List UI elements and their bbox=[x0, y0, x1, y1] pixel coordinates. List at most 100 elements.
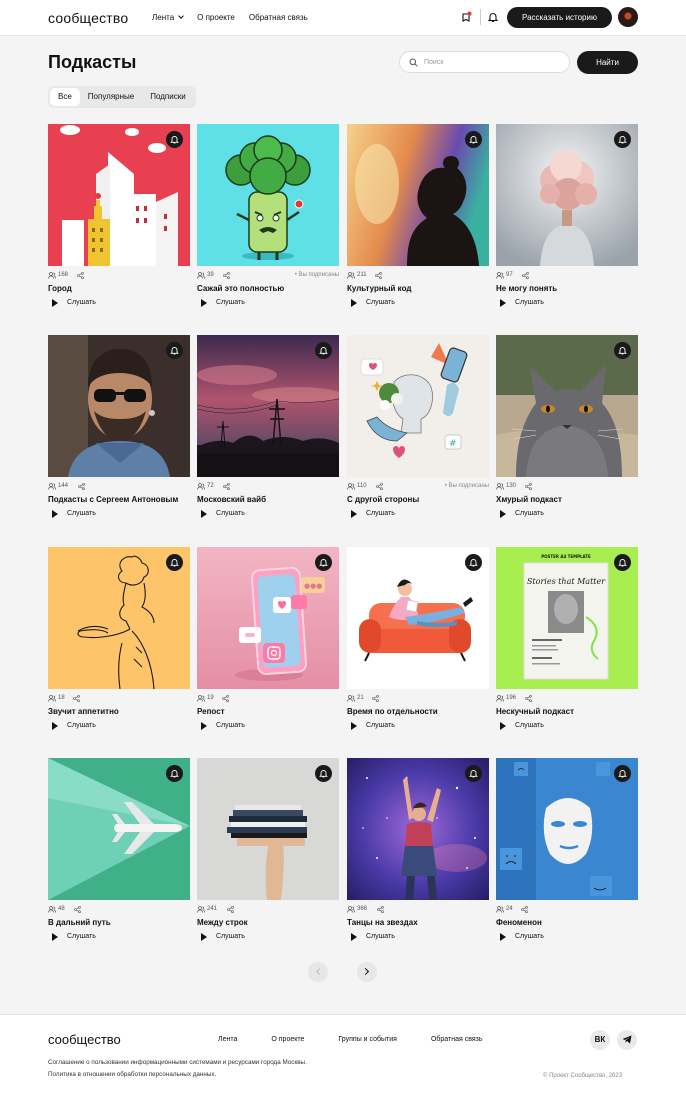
play-icon[interactable] bbox=[201, 933, 207, 941]
tab-subscriptions[interactable]: Подписки bbox=[142, 88, 193, 106]
podcast-title[interactable]: Московский вайб bbox=[197, 495, 266, 504]
share-icon[interactable] bbox=[73, 695, 80, 702]
subscribe-bell-button[interactable] bbox=[166, 765, 183, 782]
podcast-cover[interactable]: ●●● bbox=[197, 547, 339, 689]
play-icon[interactable] bbox=[351, 510, 357, 518]
podcast-card[interactable]: ●●● 19 Репост Слушать bbox=[197, 547, 339, 737]
listen-button[interactable]: Слушать bbox=[67, 510, 96, 517]
next-page-button[interactable] bbox=[357, 962, 377, 982]
subscribe-bell-button[interactable] bbox=[166, 342, 183, 359]
podcast-cover[interactable] bbox=[48, 124, 190, 266]
podcast-cover[interactable] bbox=[48, 547, 190, 689]
vk-icon[interactable]: ВК bbox=[590, 1030, 610, 1050]
footer-logo[interactable]: сообщество bbox=[48, 1032, 121, 1047]
listen-button[interactable]: Слушать bbox=[366, 510, 395, 517]
bell-icon[interactable] bbox=[487, 11, 499, 23]
podcast-cover[interactable] bbox=[347, 758, 489, 900]
subscribe-bell-button[interactable] bbox=[614, 554, 631, 571]
nav-about[interactable]: О проекте bbox=[197, 13, 235, 22]
podcast-title[interactable]: В дальний путь bbox=[48, 918, 111, 927]
listen-button[interactable]: Слушать bbox=[67, 299, 96, 306]
search-box[interactable] bbox=[399, 51, 570, 73]
podcast-card[interactable]: 144 Подкасты с Сергеем Антоновым Слушать bbox=[48, 335, 190, 525]
tab-all[interactable]: Все bbox=[50, 88, 80, 106]
podcast-cover[interactable]: # bbox=[347, 335, 489, 477]
share-icon[interactable] bbox=[222, 695, 229, 702]
podcast-card[interactable]: POSTER A4 TEMPLATE Stories that Matter 1… bbox=[496, 547, 638, 737]
subscribe-bell-button[interactable] bbox=[614, 131, 631, 148]
listen-button[interactable]: Слушать bbox=[515, 933, 544, 940]
listen-button[interactable]: Слушать bbox=[515, 722, 544, 729]
footer-link-feed[interactable]: Лента bbox=[218, 1036, 237, 1043]
podcast-card[interactable]: 21 Время по отдельности Слушать bbox=[347, 547, 489, 737]
play-icon[interactable] bbox=[351, 722, 357, 730]
subscribe-bell-button[interactable] bbox=[614, 342, 631, 359]
podcast-title[interactable]: Хмурый подкаст bbox=[496, 495, 562, 504]
podcast-cover[interactable] bbox=[48, 758, 190, 900]
podcast-title[interactable]: Нескучный подкаст bbox=[496, 707, 574, 716]
listen-button[interactable]: Слушать bbox=[216, 299, 245, 306]
listen-button[interactable]: Слушать bbox=[515, 299, 544, 306]
share-icon[interactable] bbox=[372, 695, 379, 702]
listen-button[interactable]: Слушать bbox=[216, 933, 245, 940]
subscribe-bell-button[interactable] bbox=[614, 765, 631, 782]
listen-button[interactable]: Слушать bbox=[216, 722, 245, 729]
listen-button[interactable]: Слушать bbox=[366, 933, 395, 940]
subscribe-bell-button[interactable] bbox=[465, 765, 482, 782]
podcast-cover[interactable] bbox=[496, 758, 638, 900]
listen-button[interactable]: Слушать bbox=[67, 933, 96, 940]
podcast-card[interactable]: 18 Звучит аппетитно Слушать bbox=[48, 547, 190, 737]
podcast-card[interactable]: 39 • Вы подписаны Сажай это полностью Сл… bbox=[197, 124, 339, 314]
play-icon[interactable] bbox=[201, 510, 207, 518]
subscribe-bell-button[interactable] bbox=[166, 131, 183, 148]
share-icon[interactable] bbox=[227, 906, 234, 913]
podcast-title[interactable]: Подкасты с Сергеем Антоновым bbox=[48, 495, 178, 504]
nav-feed[interactable]: Лента bbox=[152, 13, 184, 22]
podcast-title[interactable]: С другой стороны bbox=[347, 495, 419, 504]
play-icon[interactable] bbox=[351, 299, 357, 307]
listen-button[interactable]: Слушать bbox=[515, 510, 544, 517]
podcast-card[interactable]: 130 Хмурый подкаст Слушать bbox=[496, 335, 638, 525]
subscribe-bell-button[interactable] bbox=[315, 554, 332, 571]
share-icon[interactable] bbox=[223, 272, 230, 279]
share-icon[interactable] bbox=[525, 483, 532, 490]
podcast-card[interactable]: 48 В дальний путь Слушать bbox=[48, 758, 190, 948]
prev-page-button[interactable] bbox=[308, 962, 328, 982]
play-icon[interactable] bbox=[500, 510, 506, 518]
podcast-title[interactable]: Сажай это полностью bbox=[197, 284, 284, 293]
podcast-cover[interactable] bbox=[197, 758, 339, 900]
podcast-card[interactable]: 168 Город Слушать bbox=[48, 124, 190, 314]
subscribe-bell-button[interactable] bbox=[465, 131, 482, 148]
podcast-cover[interactable] bbox=[347, 547, 489, 689]
share-icon[interactable] bbox=[223, 483, 230, 490]
listen-button[interactable]: Слушать bbox=[67, 722, 96, 729]
share-icon[interactable] bbox=[375, 272, 382, 279]
podcast-cover[interactable]: POSTER A4 TEMPLATE Stories that Matter bbox=[496, 547, 638, 689]
listen-button[interactable]: Слушать bbox=[216, 510, 245, 517]
podcast-cover[interactable] bbox=[496, 335, 638, 477]
podcast-title[interactable]: Феноменон bbox=[496, 918, 542, 927]
tab-popular[interactable]: Популярные bbox=[80, 88, 142, 106]
footer-link-about[interactable]: О проекте bbox=[271, 1036, 304, 1043]
podcast-title[interactable]: Репост bbox=[197, 707, 225, 716]
tell-story-button[interactable]: Рассказать историю bbox=[507, 7, 612, 28]
footer-link-groups[interactable]: Группы и события bbox=[338, 1036, 397, 1043]
podcast-title[interactable]: Время по отдельности bbox=[347, 707, 438, 716]
subscribe-bell-button[interactable] bbox=[465, 554, 482, 571]
play-icon[interactable] bbox=[351, 933, 357, 941]
notification-badge-icon[interactable] bbox=[460, 11, 472, 23]
podcast-cover[interactable] bbox=[48, 335, 190, 477]
podcast-title[interactable]: Город bbox=[48, 284, 72, 293]
listen-button[interactable]: Слушать bbox=[366, 299, 395, 306]
share-icon[interactable] bbox=[522, 272, 529, 279]
share-icon[interactable] bbox=[376, 483, 383, 490]
nav-feedback[interactable]: Обратная связь bbox=[249, 13, 308, 22]
share-icon[interactable] bbox=[77, 272, 84, 279]
listen-button[interactable]: Слушать bbox=[366, 722, 395, 729]
site-logo[interactable]: сообщество bbox=[48, 10, 128, 26]
share-icon[interactable] bbox=[525, 695, 532, 702]
play-icon[interactable] bbox=[52, 933, 58, 941]
play-icon[interactable] bbox=[500, 722, 506, 730]
podcast-cover[interactable] bbox=[197, 124, 339, 266]
podcast-title[interactable]: Не могу понять bbox=[496, 284, 557, 293]
